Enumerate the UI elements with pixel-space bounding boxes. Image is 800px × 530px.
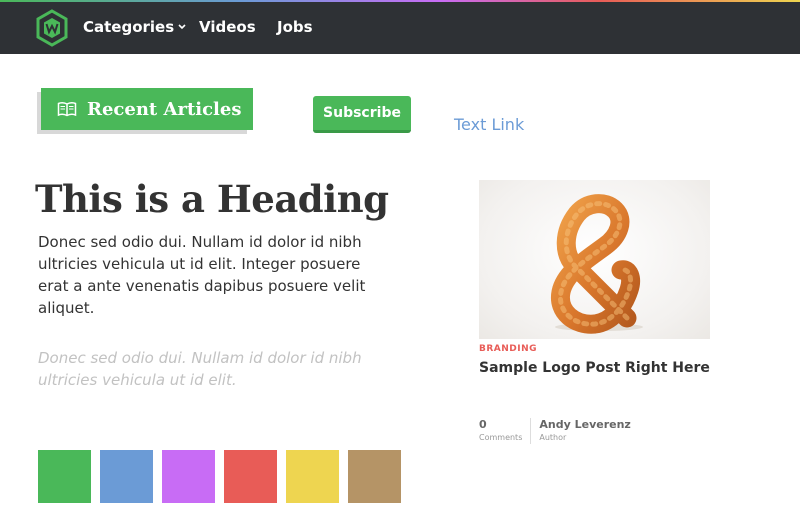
subscribe-button[interactable]: Subscribe xyxy=(313,96,411,133)
post-meta: 0 Comments Andy Leverenz Author xyxy=(479,418,639,444)
comments-label: Comments xyxy=(479,433,523,442)
nav-jobs[interactable]: Jobs xyxy=(277,17,313,37)
comments-count: 0 xyxy=(479,418,487,431)
color-swatch-purple xyxy=(162,450,215,503)
logo-icon[interactable] xyxy=(35,9,69,47)
recent-articles-button[interactable]: Recent Articles xyxy=(41,88,253,130)
nav-categories-label: Categories xyxy=(83,18,175,36)
ampersand-image xyxy=(551,194,643,334)
color-swatches xyxy=(38,450,410,503)
color-swatch-yellow xyxy=(286,450,339,503)
recent-articles-block: Recent Articles xyxy=(37,88,253,134)
top-navigation: Categories Videos Jobs xyxy=(0,0,800,54)
text-link[interactable]: Text Link xyxy=(454,115,524,135)
body-paragraph: Donec sed odio dui. Nullam id dolor id n… xyxy=(38,233,366,317)
rainbow-stripe xyxy=(0,0,800,2)
color-swatch-blue xyxy=(100,450,153,503)
nav-categories[interactable]: Categories xyxy=(83,17,186,37)
color-swatch-tan xyxy=(348,450,401,503)
recent-articles-label: Recent Articles xyxy=(87,98,242,120)
page-heading: This is a Heading xyxy=(35,177,389,221)
muted-paragraph: Donec sed odio dui. Nullam id dolor id n… xyxy=(38,349,362,389)
color-swatch-red xyxy=(224,450,277,503)
comments-meta[interactable]: 0 Comments xyxy=(479,418,530,444)
color-swatch-green xyxy=(38,450,91,503)
post-thumbnail[interactable] xyxy=(479,180,710,339)
author-meta[interactable]: Andy Leverenz Author xyxy=(530,418,638,444)
chevron-down-icon xyxy=(178,24,186,30)
author-name: Andy Leverenz xyxy=(539,418,631,431)
post-category[interactable]: BRANDING xyxy=(479,344,537,354)
post-title[interactable]: Sample Logo Post Right Here xyxy=(479,358,710,378)
author-label: Author xyxy=(539,433,567,442)
nav-videos[interactable]: Videos xyxy=(199,17,256,37)
book-icon xyxy=(57,102,77,117)
